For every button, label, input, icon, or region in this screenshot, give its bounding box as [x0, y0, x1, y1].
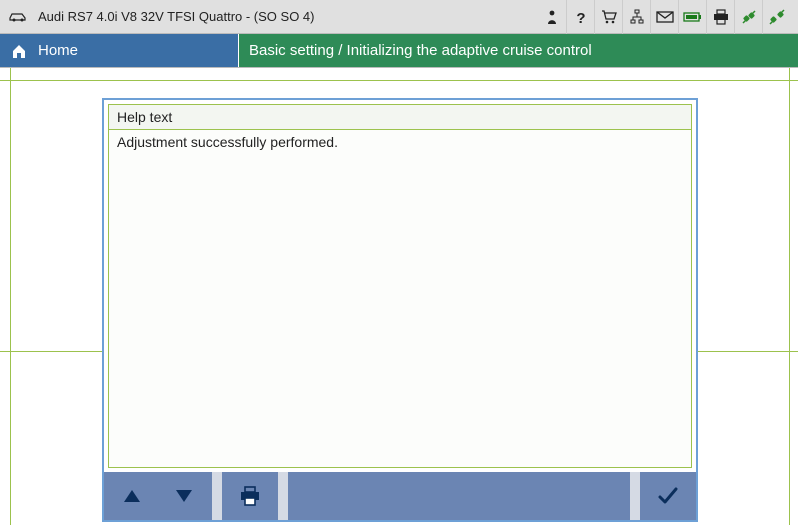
- titlebar-left: Audi RS7 4.0i V8 32V TFSI Quattro - (SO …: [8, 9, 315, 24]
- bg-line: [0, 80, 798, 81]
- car-icon: [8, 10, 28, 24]
- battery-icon[interactable]: [678, 0, 706, 34]
- panel-header: Help text: [108, 104, 692, 130]
- disconnect-green-icon[interactable]: [762, 0, 790, 34]
- home-icon: [10, 42, 28, 60]
- print-icon[interactable]: [706, 0, 734, 34]
- bg-line: [789, 68, 790, 525]
- arrow-down-button[interactable]: [160, 476, 208, 516]
- panel-body: Adjustment successfully performed.: [108, 130, 692, 468]
- toolbar-divider: [212, 472, 222, 520]
- navbar: Home Basic setting / Initializing the ad…: [0, 34, 798, 68]
- svg-text:?: ?: [576, 10, 585, 25]
- help-panel: Help text Adjustment successfully perfor…: [102, 98, 698, 522]
- breadcrumb: Basic setting / Initializing the adaptiv…: [238, 34, 798, 67]
- titlebar-icons: ?: [538, 0, 790, 34]
- arrow-up-button[interactable]: [108, 476, 156, 516]
- vehicle-title: Audi RS7 4.0i V8 32V TFSI Quattro - (SO …: [38, 9, 315, 24]
- home-label: Home: [38, 42, 78, 59]
- panel-message: Adjustment successfully performed.: [117, 134, 338, 150]
- print-button[interactable]: [226, 476, 274, 516]
- network-icon[interactable]: [622, 0, 650, 34]
- workspace: Help text Adjustment successfully perfor…: [0, 68, 798, 525]
- titlebar: Audi RS7 4.0i V8 32V TFSI Quattro - (SO …: [0, 0, 798, 34]
- bg-line: [10, 68, 11, 525]
- toolbar-divider: [630, 472, 640, 520]
- breadcrumb-text: Basic setting / Initializing the adaptiv…: [249, 42, 592, 59]
- person-icon[interactable]: [538, 0, 566, 34]
- help-icon[interactable]: ?: [566, 0, 594, 34]
- toolbar-divider: [278, 472, 288, 520]
- cart-icon[interactable]: [594, 0, 622, 34]
- panel-toolbar: [104, 472, 696, 520]
- mail-icon[interactable]: [650, 0, 678, 34]
- home-button[interactable]: Home: [0, 34, 238, 67]
- connect-green-icon[interactable]: [734, 0, 762, 34]
- confirm-button[interactable]: [644, 476, 692, 516]
